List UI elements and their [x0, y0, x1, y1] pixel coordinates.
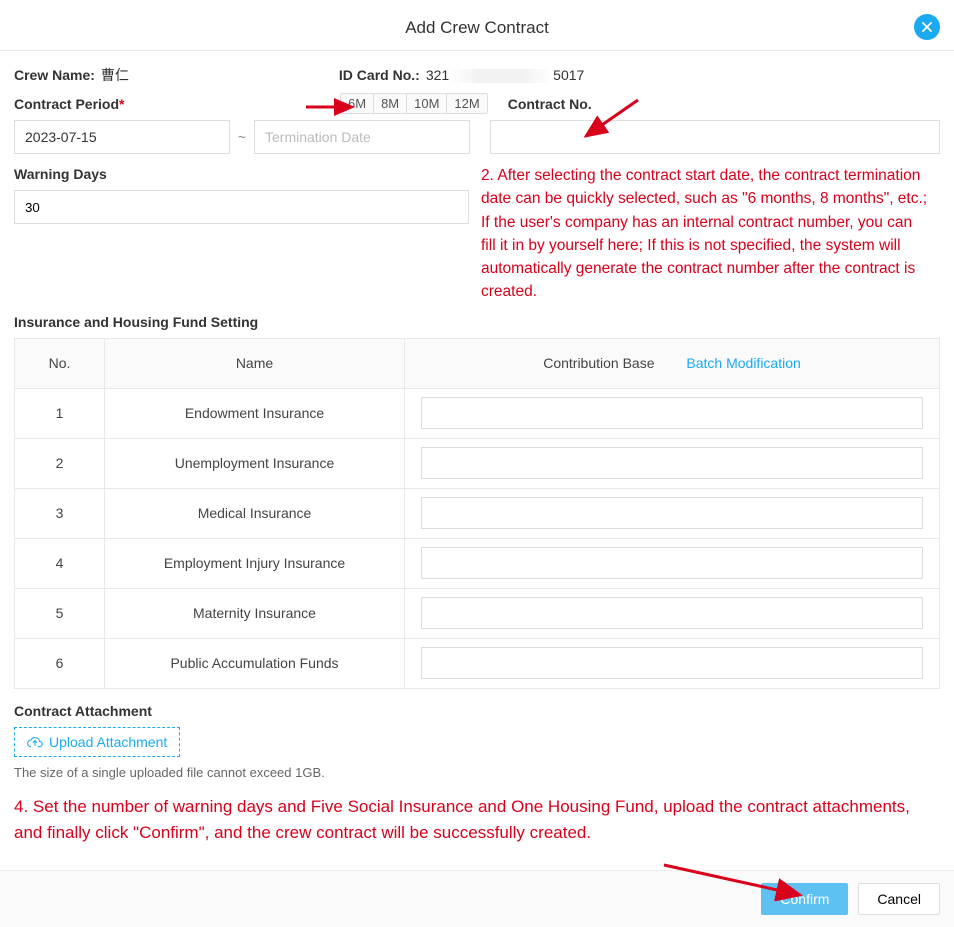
col-name: Name: [105, 338, 405, 388]
contribution-base-input[interactable]: [421, 497, 923, 529]
period-btn-12m[interactable]: 12M: [447, 94, 486, 113]
table-row: 3Medical Insurance: [15, 488, 940, 538]
row-name: Employment Injury Insurance: [105, 538, 405, 588]
row-name: Endowment Insurance: [105, 388, 405, 438]
id-suffix: 5017: [553, 67, 584, 83]
row-no: 2: [15, 438, 105, 488]
close-button[interactable]: [914, 14, 940, 40]
id-mask: [449, 69, 553, 83]
col-no: No.: [15, 338, 105, 388]
row-no: 4: [15, 538, 105, 588]
row-name: Medical Insurance: [105, 488, 405, 538]
row-name: Maternity Insurance: [105, 588, 405, 638]
contribution-base-input[interactable]: [421, 597, 923, 629]
attachment-heading: Contract Attachment: [14, 703, 940, 719]
upload-label: Upload Attachment: [49, 734, 167, 750]
contract-no-label: Contract No.: [508, 96, 592, 112]
start-date-input[interactable]: [14, 120, 230, 154]
period-quick-buttons: 6M 8M 10M 12M: [340, 93, 488, 114]
row-name: Public Accumulation Funds: [105, 638, 405, 688]
contract-period-label: Contract Period*: [14, 96, 124, 112]
table-row: 6Public Accumulation Funds: [15, 638, 940, 688]
confirm-button[interactable]: Confirm: [761, 883, 848, 915]
date-range-separator: ~: [238, 129, 246, 145]
table-row: 2Unemployment Insurance: [15, 438, 940, 488]
row-name: Unemployment Insurance: [105, 438, 405, 488]
close-icon: [920, 20, 934, 34]
cloud-upload-icon: [27, 734, 43, 750]
contribution-base-input[interactable]: [421, 397, 923, 429]
contribution-base-label: Contribution Base: [543, 355, 654, 371]
cancel-button[interactable]: Cancel: [858, 883, 940, 915]
row-no: 3: [15, 488, 105, 538]
period-btn-8m[interactable]: 8M: [374, 94, 407, 113]
batch-modification-link[interactable]: Batch Modification: [686, 355, 800, 371]
upload-note: The size of a single uploaded file canno…: [14, 765, 940, 780]
col-base: Contribution Base Batch Modification: [405, 338, 940, 388]
annotation-4: 4. Set the number of warning days and Fi…: [0, 780, 954, 855]
crew-name-value: 曹仁: [101, 65, 129, 85]
row-no: 5: [15, 588, 105, 638]
annotation-2: 2. After selecting the contract start da…: [481, 164, 940, 304]
warning-days-input[interactable]: [14, 190, 469, 224]
id-prefix: 321: [426, 67, 449, 83]
insurance-table: No. Name Contribution Base Batch Modific…: [14, 338, 940, 689]
contract-no-input[interactable]: [490, 120, 940, 154]
contribution-base-input[interactable]: [421, 647, 923, 679]
row-no: 6: [15, 638, 105, 688]
row-no: 1: [15, 388, 105, 438]
id-card-label: ID Card No.:: [339, 67, 420, 83]
period-btn-6m[interactable]: 6M: [341, 94, 374, 113]
table-row: 1Endowment Insurance: [15, 388, 940, 438]
table-row: 4Employment Injury Insurance: [15, 538, 940, 588]
contribution-base-input[interactable]: [421, 547, 923, 579]
period-btn-10m[interactable]: 10M: [407, 94, 447, 113]
table-row: 5Maternity Insurance: [15, 588, 940, 638]
termination-date-input[interactable]: [254, 120, 470, 154]
warning-days-label: Warning Days: [14, 166, 469, 182]
contribution-base-input[interactable]: [421, 447, 923, 479]
insurance-heading: Insurance and Housing Fund Setting: [14, 314, 940, 330]
id-card-value: 321 5017: [426, 67, 585, 83]
upload-attachment-button[interactable]: Upload Attachment: [14, 727, 180, 757]
dialog-title: Add Crew Contract: [405, 18, 549, 37]
crew-name-label: Crew Name:: [14, 67, 95, 83]
